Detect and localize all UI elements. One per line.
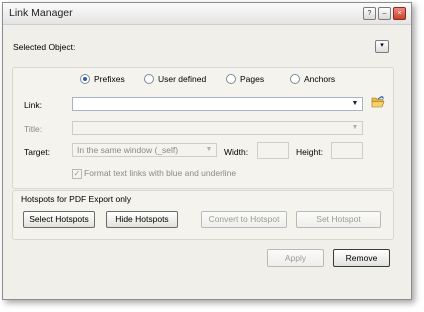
chevron-down-icon: ▾ xyxy=(380,42,384,49)
width-label: Width: xyxy=(224,147,249,157)
radio-prefixes[interactable]: Prefixes xyxy=(80,74,125,84)
radio-button-icon[interactable] xyxy=(144,74,154,84)
convert-to-hotspot-button[interactable]: Convert to Hotspot xyxy=(201,211,287,228)
link-label: Link: xyxy=(24,100,42,110)
radio-pages[interactable]: Pages xyxy=(226,74,264,84)
hide-hotspots-button[interactable]: Hide Hotspots xyxy=(106,211,178,228)
radio-button-icon[interactable] xyxy=(80,74,90,84)
window-title: Link Manager xyxy=(9,7,73,19)
title-combobox[interactable]: ▼ xyxy=(72,121,363,135)
target-label: Target: xyxy=(24,147,50,157)
radio-anchors[interactable]: Anchors xyxy=(290,74,335,84)
apply-button[interactable]: Apply xyxy=(267,249,324,267)
set-hotspot-button[interactable]: Set Hotspot xyxy=(296,211,381,228)
radio-label: Pages xyxy=(240,74,265,84)
minimize-icon[interactable]: – xyxy=(378,7,391,20)
radio-label: User defined xyxy=(158,74,207,84)
height-label: Height: xyxy=(296,147,323,157)
radio-label: Anchors xyxy=(304,74,336,84)
selected-object-dropdown-button[interactable]: ▾ xyxy=(375,40,389,53)
link-manager-dialog: Link Manager ? – × Selected Object: ▾ Pr… xyxy=(2,2,412,300)
chevron-down-icon[interactable]: ▼ xyxy=(350,122,360,134)
chevron-down-icon[interactable]: ▼ xyxy=(350,98,360,110)
select-hotspots-button[interactable]: Select Hotspots xyxy=(23,211,95,228)
title-bar: Link Manager ? – × xyxy=(3,3,411,25)
help-icon[interactable]: ? xyxy=(363,7,376,20)
link-settings-group: Prefixes User defined Pages Anchors Link… xyxy=(12,67,394,189)
chevron-down-icon[interactable]: ▼ xyxy=(204,144,214,156)
remove-button[interactable]: Remove xyxy=(333,249,390,267)
radio-button-icon[interactable] xyxy=(290,74,300,84)
radio-label: Prefixes xyxy=(94,74,125,84)
close-icon[interactable]: × xyxy=(393,7,406,20)
target-value: In the same window (_self) xyxy=(77,145,179,155)
target-select[interactable]: In the same window (_self) ▼ xyxy=(72,143,217,157)
format-links-label: Format text links with blue and underlin… xyxy=(84,168,237,178)
selected-object-label: Selected Object: xyxy=(13,42,76,52)
format-links-checkbox[interactable]: ✓ xyxy=(72,169,82,179)
window-controls: ? – × xyxy=(363,7,406,20)
radio-user-defined[interactable]: User defined xyxy=(144,74,206,84)
folder-open-icon[interactable] xyxy=(371,96,385,108)
link-combobox[interactable]: ▼ xyxy=(72,97,363,111)
height-input[interactable] xyxy=(331,142,363,159)
hotspots-section-label: Hotspots for PDF Export only xyxy=(21,194,132,204)
width-input[interactable] xyxy=(257,142,289,159)
radio-button-icon[interactable] xyxy=(226,74,236,84)
title-label: Title: xyxy=(24,124,43,134)
hotspots-group: Hotspots for PDF Export only Select Hots… xyxy=(12,190,394,240)
